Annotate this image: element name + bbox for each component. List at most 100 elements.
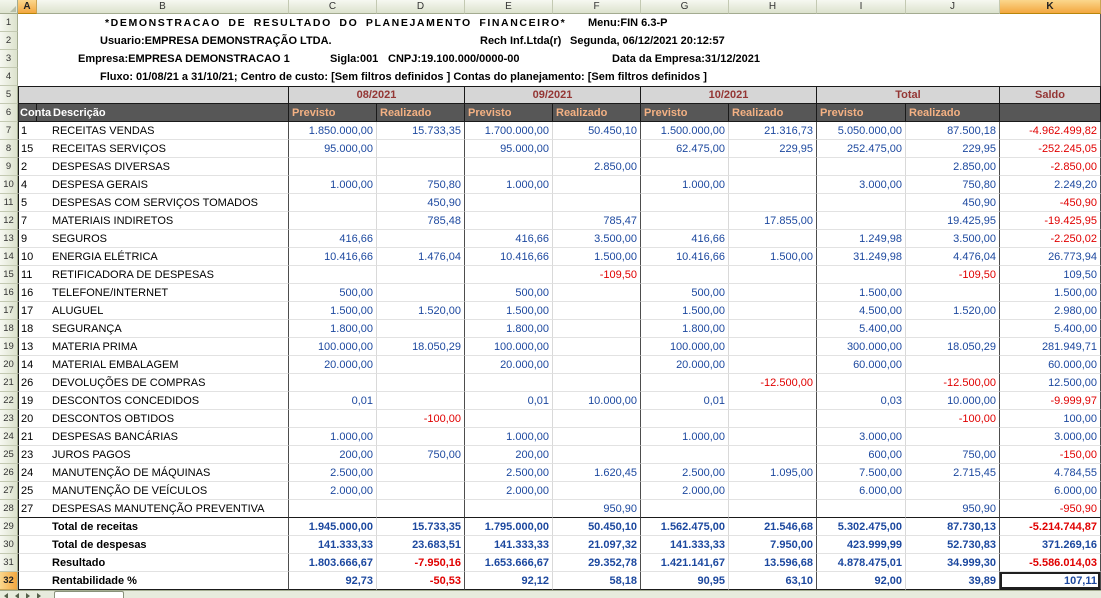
cell-a12[interactable]: 7 xyxy=(18,212,37,230)
cell-e9[interactable] xyxy=(465,158,553,176)
cell-h12[interactable]: 17.855,00 xyxy=(729,212,817,230)
cell-d28[interactable] xyxy=(377,500,465,518)
cell-c22[interactable]: 0,01 xyxy=(289,392,377,410)
cell-e12[interactable] xyxy=(465,212,553,230)
cell-c32[interactable]: 92,73 xyxy=(289,572,377,590)
group-header-month-3[interactable]: 10/2021 xyxy=(641,86,817,104)
cell-i16[interactable]: 1.500,00 xyxy=(817,284,906,302)
cell-c7[interactable]: 1.850.000,00 xyxy=(289,122,377,140)
row-header-25[interactable]: 25 xyxy=(0,446,18,464)
cell-a21[interactable]: 26 xyxy=(18,374,37,392)
row-header-16[interactable]: 16 xyxy=(0,284,18,302)
cell-c19[interactable]: 100.000,00 xyxy=(289,338,377,356)
cell-c9[interactable] xyxy=(289,158,377,176)
cell-k18[interactable]: 5.400,00 xyxy=(1000,320,1101,338)
cell-c8[interactable]: 95.000,00 xyxy=(289,140,377,158)
sheet-tab[interactable] xyxy=(54,591,124,598)
cell-c28[interactable] xyxy=(289,500,377,518)
subheader-realizado-cell[interactable]: Realizado xyxy=(906,104,1000,122)
cell-k16[interactable]: 1.500,00 xyxy=(1000,284,1101,302)
cell-a27[interactable]: 25 xyxy=(18,482,37,500)
column-header-k[interactable]: K xyxy=(1000,0,1101,14)
cell-d9[interactable] xyxy=(377,158,465,176)
cell-b8[interactable]: RECEITAS SERVIÇOS xyxy=(37,140,289,158)
subheader-realizado-cell[interactable]: Realizado xyxy=(553,104,641,122)
cell-i11[interactable] xyxy=(817,194,906,212)
cell-j14[interactable]: 4.476,04 xyxy=(906,248,1000,266)
cell-f28[interactable]: 950,90 xyxy=(553,500,641,518)
cell-d11[interactable]: 450,90 xyxy=(377,194,465,212)
cell-d21[interactable] xyxy=(377,374,465,392)
cell-e11[interactable] xyxy=(465,194,553,212)
cell-c24[interactable]: 1.000,00 xyxy=(289,428,377,446)
cell-a29[interactable] xyxy=(18,518,37,536)
cell-b13[interactable]: SEGUROS xyxy=(37,230,289,248)
cell-i14[interactable]: 31.249,98 xyxy=(817,248,906,266)
row-header-2[interactable]: 2 xyxy=(0,32,18,50)
cell-h18[interactable] xyxy=(729,320,817,338)
cell-h32[interactable]: 63,10 xyxy=(729,572,817,590)
cell-d30[interactable]: 23.683,51 xyxy=(377,536,465,554)
cell-j22[interactable]: 10.000,00 xyxy=(906,392,1000,410)
group-header-month-1[interactable]: 08/2021 xyxy=(289,86,465,104)
cell-g15[interactable] xyxy=(641,266,729,284)
cell-b24[interactable]: DESPESAS BANCÁRIAS xyxy=(37,428,289,446)
cell-e31[interactable]: 1.653.666,67 xyxy=(465,554,553,572)
cell-e19[interactable]: 100.000,00 xyxy=(465,338,553,356)
row-header-19[interactable]: 19 xyxy=(0,338,18,356)
subheader-previsto-cell[interactable]: Previsto xyxy=(289,104,377,122)
subheader-previsto-cell[interactable]: Previsto xyxy=(817,104,906,122)
cell-k28[interactable]: -950,90 xyxy=(1000,500,1101,518)
cell-d17[interactable]: 1.520,00 xyxy=(377,302,465,320)
cell-g21[interactable] xyxy=(641,374,729,392)
cell-b10[interactable]: DESPESA GERAIS xyxy=(37,176,289,194)
cell-c30[interactable]: 141.333,33 xyxy=(289,536,377,554)
cell-h30[interactable]: 7.950,00 xyxy=(729,536,817,554)
cell-a22[interactable]: 19 xyxy=(18,392,37,410)
subheader-previsto-cell[interactable]: Previsto xyxy=(641,104,729,122)
row-header-9[interactable]: 9 xyxy=(0,158,18,176)
subheader-descricao-cell[interactable]: Descrição xyxy=(37,104,289,122)
cell-f30[interactable]: 21.097,32 xyxy=(553,536,641,554)
row-header-29[interactable]: 29 xyxy=(0,518,18,536)
cell-h20[interactable] xyxy=(729,356,817,374)
cell-k21[interactable]: 12.500,00 xyxy=(1000,374,1101,392)
cell-d15[interactable] xyxy=(377,266,465,284)
column-header-a[interactable]: A xyxy=(18,0,37,14)
cell-b14[interactable]: ENERGIA ELÉTRICA xyxy=(37,248,289,266)
cell-g19[interactable]: 100.000,00 xyxy=(641,338,729,356)
cell-k8[interactable]: -252.245,05 xyxy=(1000,140,1101,158)
row-header-15[interactable]: 15 xyxy=(0,266,18,284)
cell-f14[interactable]: 1.500,00 xyxy=(553,248,641,266)
cell-i8[interactable]: 252.475,00 xyxy=(817,140,906,158)
cell-i7[interactable]: 5.050.000,00 xyxy=(817,122,906,140)
row-header-6[interactable]: 6 xyxy=(0,104,18,122)
row-header-23[interactable]: 23 xyxy=(0,410,18,428)
cell-h15[interactable] xyxy=(729,266,817,284)
cell-k32[interactable]: 107,11 xyxy=(1000,572,1101,590)
cell-j24[interactable] xyxy=(906,428,1000,446)
cell-a25[interactable]: 23 xyxy=(18,446,37,464)
row-header-14[interactable]: 14 xyxy=(0,248,18,266)
cell-f29[interactable]: 50.450,10 xyxy=(553,518,641,536)
cell-i9[interactable] xyxy=(817,158,906,176)
cell-h17[interactable] xyxy=(729,302,817,320)
cell-f20[interactable] xyxy=(553,356,641,374)
column-header-i[interactable]: I xyxy=(817,0,906,14)
cell-f32[interactable]: 58,18 xyxy=(553,572,641,590)
cell-k7[interactable]: -4.962.499,82 xyxy=(1000,122,1101,140)
row-header-20[interactable]: 20 xyxy=(0,356,18,374)
group-header-blank-cell[interactable] xyxy=(18,86,289,104)
cell-j30[interactable]: 52.730,83 xyxy=(906,536,1000,554)
cell-j31[interactable]: 34.999,30 xyxy=(906,554,1000,572)
cell-g13[interactable]: 416,66 xyxy=(641,230,729,248)
cell-c10[interactable]: 1.000,00 xyxy=(289,176,377,194)
cell-d18[interactable] xyxy=(377,320,465,338)
cell-e13[interactable]: 416,66 xyxy=(465,230,553,248)
cell-d12[interactable]: 785,48 xyxy=(377,212,465,230)
cell-f27[interactable] xyxy=(553,482,641,500)
cell-i18[interactable]: 5.400,00 xyxy=(817,320,906,338)
row-header-8[interactable]: 8 xyxy=(0,140,18,158)
cell-c17[interactable]: 1.500,00 xyxy=(289,302,377,320)
cell-h31[interactable]: 13.596,68 xyxy=(729,554,817,572)
